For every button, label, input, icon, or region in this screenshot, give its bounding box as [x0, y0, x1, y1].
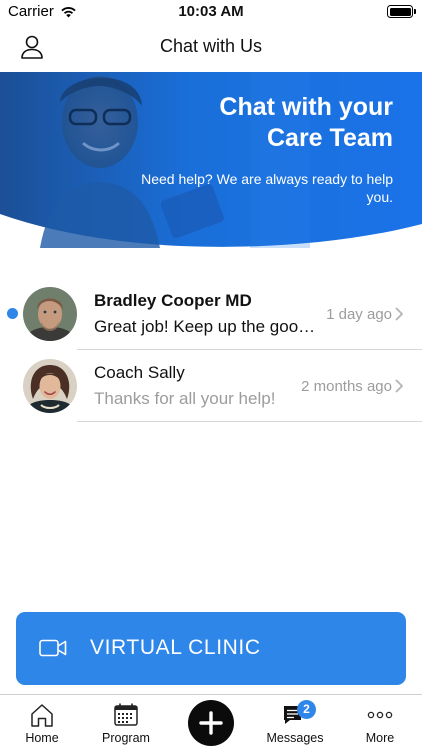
tab-label: Messages: [266, 731, 324, 745]
conversation-time: 1 day ago: [326, 306, 392, 323]
hero-title: Chat with your Care Team: [219, 93, 393, 152]
hero-banner: Chat with your Care Team Need help? We a…: [0, 72, 422, 248]
status-time: 10:03 AM: [178, 3, 244, 20]
virtual-clinic-button[interactable]: VIRTUAL CLINIC: [16, 612, 406, 685]
avatar: [23, 359, 77, 413]
conversation-time: 2 months ago: [301, 378, 392, 395]
conversation-list: Bradley Cooper MD Great job! Keep up the…: [0, 278, 422, 422]
virtual-clinic-label: VIRTUAL CLINIC: [90, 636, 261, 659]
video-camera-icon: [39, 639, 67, 657]
navigation-bar: Chat with Us: [0, 24, 422, 72]
tab-program[interactable]: Program: [84, 695, 168, 750]
divider: [77, 421, 422, 422]
add-button[interactable]: [188, 700, 234, 746]
battery-icon: [387, 5, 416, 18]
chevron-right-icon: [395, 307, 403, 321]
conversation-item[interactable]: Coach Sally Thanks for all your help! 2 …: [0, 350, 422, 422]
more-dots-icon: [367, 711, 393, 719]
chevron-right-icon: [395, 379, 403, 393]
page-title: Chat with Us: [159, 36, 263, 56]
message-count-badge: 2: [297, 700, 316, 719]
unread-indicator: [7, 308, 18, 319]
plus-icon: [199, 711, 223, 735]
tab-label: Program: [102, 731, 150, 745]
hero-subtitle: Need help? We are always ready to help y…: [141, 171, 393, 205]
conversation-preview: Thanks for all your help!: [94, 389, 276, 408]
avatar: [23, 287, 77, 341]
home-icon: [31, 704, 53, 727]
calendar-icon: [114, 703, 138, 726]
conversation-preview: Great job! Keep up the good work!: [94, 317, 320, 336]
conversation-name: Bradley Cooper MD: [94, 291, 252, 310]
tab-label: More: [365, 731, 395, 745]
tab-label: Home: [25, 731, 59, 745]
conversation-item[interactable]: Bradley Cooper MD Great job! Keep up the…: [0, 278, 422, 350]
tab-more[interactable]: More: [338, 695, 422, 750]
conversation-name: Coach Sally: [94, 363, 185, 382]
tab-messages[interactable]: Messages: [253, 695, 337, 750]
status-bar: Carrier 10:03 AM: [0, 0, 422, 24]
tab-home[interactable]: Home: [0, 695, 84, 750]
